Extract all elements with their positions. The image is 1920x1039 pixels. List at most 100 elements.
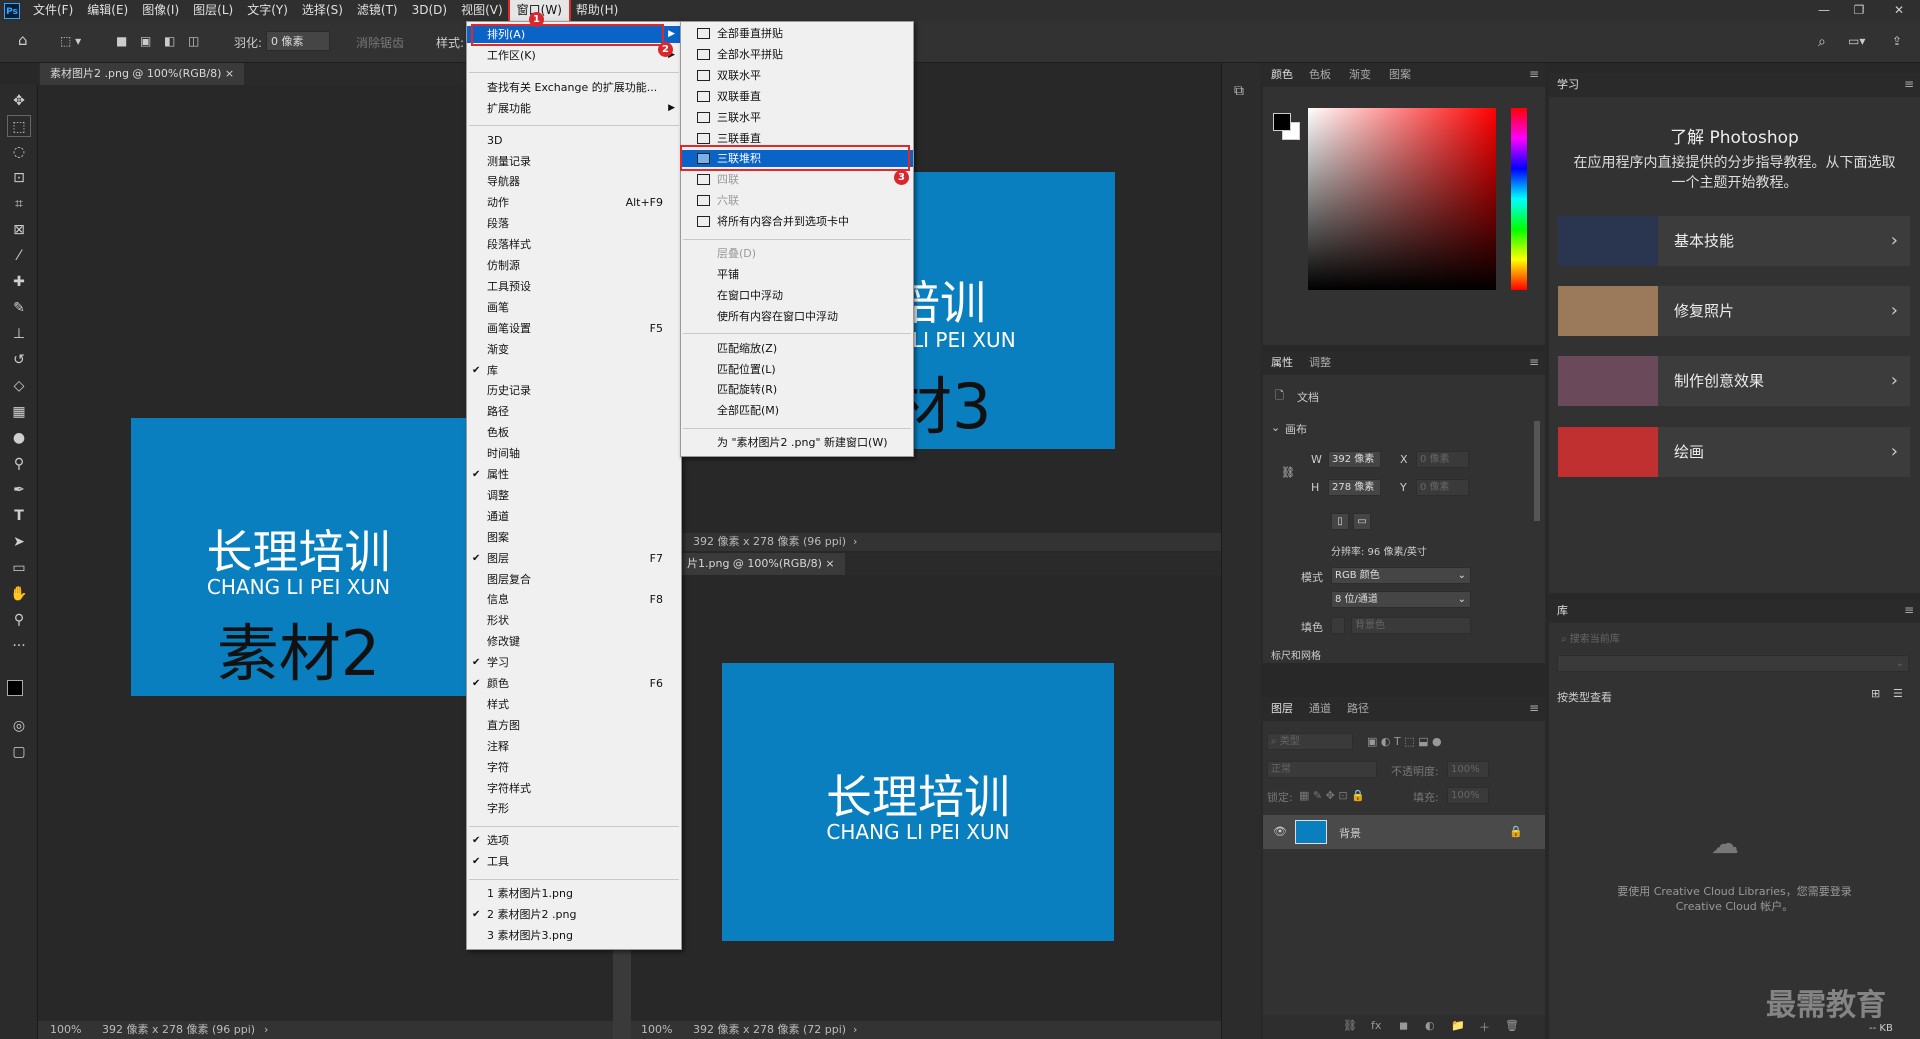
mode-select[interactable]: RGB 颜色 ⌄ bbox=[1331, 567, 1471, 584]
marquee-preset-icon[interactable]: ⬚ ▾ bbox=[60, 34, 81, 48]
color-field[interactable] bbox=[1308, 108, 1496, 290]
window-menu-item[interactable]: ✔ 学习 bbox=[467, 654, 681, 671]
history-panel-icon[interactable]: ⧉ bbox=[1234, 83, 1244, 99]
screen-mode-icon[interactable]: ▢ bbox=[7, 741, 31, 763]
tab-patterns[interactable]: 图案 bbox=[1389, 63, 1411, 87]
gradient-tool-icon[interactable]: ▦ bbox=[7, 401, 31, 423]
fill-input[interactable]: 100% bbox=[1447, 787, 1489, 804]
search-icon[interactable]: ⌕ bbox=[1818, 34, 1826, 50]
tab-paths[interactable]: 路径 bbox=[1347, 697, 1369, 721]
move-tool-icon[interactable]: ✥ bbox=[7, 90, 31, 112]
list-view-icon[interactable]: ☰ bbox=[1893, 687, 1903, 700]
window-menu-item[interactable]: 色板 bbox=[467, 424, 681, 441]
canvas-collapse-icon[interactable]: ⌄ bbox=[1271, 421, 1280, 434]
stamp-tool-icon[interactable]: ⊥ bbox=[7, 323, 31, 345]
window-menu-item[interactable]: ✔ 2 素材图片2 .png bbox=[467, 906, 681, 923]
window-menu-item[interactable]: 画笔设置 F5 bbox=[467, 320, 681, 337]
eraser-tool-icon[interactable]: ◇ bbox=[7, 375, 31, 397]
window-menu-item[interactable]: 段落样式 bbox=[467, 236, 681, 253]
fx-icon[interactable]: fx bbox=[1371, 1019, 1381, 1032]
left-zoom-value[interactable]: 100% bbox=[50, 1021, 81, 1039]
panel-menu-icon[interactable]: ≡ bbox=[1904, 603, 1914, 617]
grid-view-icon[interactable]: ⊞ bbox=[1871, 687, 1880, 700]
panel-menu-icon[interactable]: ≡ bbox=[1529, 701, 1539, 715]
window-menu-item[interactable]: 时间轴 bbox=[467, 445, 681, 462]
intersect-selection-icon[interactable]: ◫ bbox=[188, 34, 199, 48]
window-menu-item[interactable]: 画笔 bbox=[467, 299, 681, 316]
share-icon[interactable]: ⇪ bbox=[1892, 34, 1902, 48]
bottom-status-arrow-icon[interactable]: › bbox=[853, 1021, 857, 1039]
arrange-menu-item[interactable]: 使所有内容在窗口中浮动 bbox=[681, 308, 913, 325]
tab-adjustments[interactable]: 调整 bbox=[1309, 351, 1331, 375]
mask-icon[interactable]: ◼ bbox=[1399, 1019, 1408, 1032]
properties-scrollbar[interactable] bbox=[1534, 421, 1540, 521]
frame-tool-icon[interactable]: ⊠ bbox=[7, 219, 31, 241]
window-menu-item[interactable]: 图案 bbox=[467, 529, 681, 546]
folder-icon[interactable]: 📁 bbox=[1451, 1019, 1465, 1032]
home-icon[interactable]: ⌂ bbox=[18, 31, 28, 49]
window-menu-item[interactable]: ✔ 库 bbox=[467, 362, 681, 379]
portrait-icon[interactable]: ▯ bbox=[1331, 513, 1349, 530]
hue-slider[interactable] bbox=[1511, 108, 1527, 290]
tab-library[interactable]: 库 bbox=[1557, 599, 1568, 623]
window-menu-item[interactable]: 查找有关 Exchange 的扩展功能... bbox=[467, 79, 681, 96]
lock-icons[interactable]: ▦ ✎ ✥ ⊡ 🔒 bbox=[1299, 789, 1365, 802]
window-menu-item[interactable]: 直方图 bbox=[467, 717, 681, 734]
window-menu-item[interactable]: 测量记录 bbox=[467, 153, 681, 170]
pen-tool-icon[interactable]: ✒ bbox=[7, 479, 31, 501]
link-layers-icon[interactable]: ⛓ bbox=[1343, 1019, 1357, 1032]
brush-tool-icon[interactable]: ✎ bbox=[7, 297, 31, 319]
window-menu-item[interactable]: 形状 bbox=[467, 612, 681, 629]
arrange-menu-item[interactable]: 三联垂直 bbox=[681, 130, 913, 147]
library-search[interactable]: ⌕ 搜索当前库 bbox=[1557, 631, 1909, 648]
top-right-status-arrow-icon[interactable]: › bbox=[853, 533, 857, 551]
crop-tool-icon[interactable]: ⌗ bbox=[7, 193, 31, 215]
adjustment-icon[interactable]: ◐ bbox=[1425, 1019, 1435, 1032]
left-status-arrow-icon[interactable]: › bbox=[264, 1021, 268, 1039]
eyedropper-tool-icon[interactable]: ⁄ bbox=[7, 245, 31, 267]
menu-layer[interactable]: 图层(L) bbox=[186, 0, 240, 21]
tab-color[interactable]: 颜色 bbox=[1271, 63, 1293, 87]
window-menu-item[interactable]: 注释 bbox=[467, 738, 681, 755]
arrange-menu-item[interactable]: 将所有内容合并到选项卡中 bbox=[681, 213, 913, 230]
tab-gradients[interactable]: 渐变 bbox=[1349, 63, 1371, 87]
layer-row[interactable]: 👁 背景 🔒 bbox=[1263, 815, 1545, 849]
minimize-button[interactable]: — bbox=[1810, 0, 1838, 21]
arrange-menu-item[interactable]: 双联水平 bbox=[681, 67, 913, 84]
learn-card-creative[interactable]: 制作创意效果 › bbox=[1558, 356, 1910, 406]
fill-swatch[interactable] bbox=[1331, 617, 1345, 634]
arrange-menu-item[interactable]: 全部水平拼贴 bbox=[681, 46, 913, 63]
learn-card-photo-repair[interactable]: 修复照片 › bbox=[1558, 286, 1910, 336]
window-menu-item[interactable]: 3 素材图片3.png bbox=[467, 927, 681, 944]
healing-tool-icon[interactable]: ✚ bbox=[7, 271, 31, 293]
arrange-menu-item[interactable]: 匹配旋转(R) bbox=[681, 381, 913, 398]
window-menu-item[interactable]: 字符 bbox=[467, 759, 681, 776]
restore-button[interactable]: ❐ bbox=[1845, 0, 1873, 21]
window-menu-item[interactable]: 工作区(K) ▶ bbox=[467, 47, 681, 64]
window-menu-item[interactable]: 3D bbox=[467, 132, 681, 149]
window-menu-item[interactable]: 修改键 bbox=[467, 633, 681, 650]
window-menu-item[interactable]: 信息 F8 bbox=[467, 591, 681, 608]
x-input[interactable]: 0 像素 bbox=[1416, 451, 1469, 468]
foreground-color-swatch[interactable] bbox=[7, 680, 23, 696]
menu-file[interactable]: 文件(F) bbox=[26, 0, 80, 21]
menu-edit[interactable]: 编辑(E) bbox=[80, 0, 135, 21]
window-menu-item[interactable]: 调整 bbox=[467, 487, 681, 504]
window-menu-item[interactable]: 扩展功能 ▶ bbox=[467, 100, 681, 117]
learn-card-basics[interactable]: 基本技能 › bbox=[1558, 216, 1910, 266]
dodge-tool-icon[interactable]: ⚲ bbox=[7, 453, 31, 475]
tab-learn[interactable]: 学习 bbox=[1557, 73, 1579, 97]
eye-icon[interactable]: 👁 bbox=[1273, 825, 1287, 838]
library-select[interactable]: ⌄ bbox=[1557, 655, 1909, 672]
window-menu-item[interactable]: ✔ 颜色 F6 bbox=[467, 675, 681, 692]
window-menu-item[interactable]: 工具预设 bbox=[467, 278, 681, 295]
left-doc-tab[interactable]: 素材图片2 .png @ 100%(RGB/8) × bbox=[40, 63, 245, 85]
window-menu-item[interactable]: 仿制源 bbox=[467, 257, 681, 274]
more-tools-icon[interactable]: ··· bbox=[7, 635, 31, 657]
window-menu-item[interactable]: 字形 bbox=[467, 800, 681, 817]
close-icon[interactable]: × bbox=[825, 557, 834, 570]
height-input[interactable]: 278 像素 bbox=[1328, 479, 1381, 496]
landscape-icon[interactable]: ▭ bbox=[1353, 513, 1371, 530]
menu-3d[interactable]: 3D(D) bbox=[405, 0, 454, 21]
workspace-icon[interactable]: ▭▾ bbox=[1848, 34, 1865, 48]
